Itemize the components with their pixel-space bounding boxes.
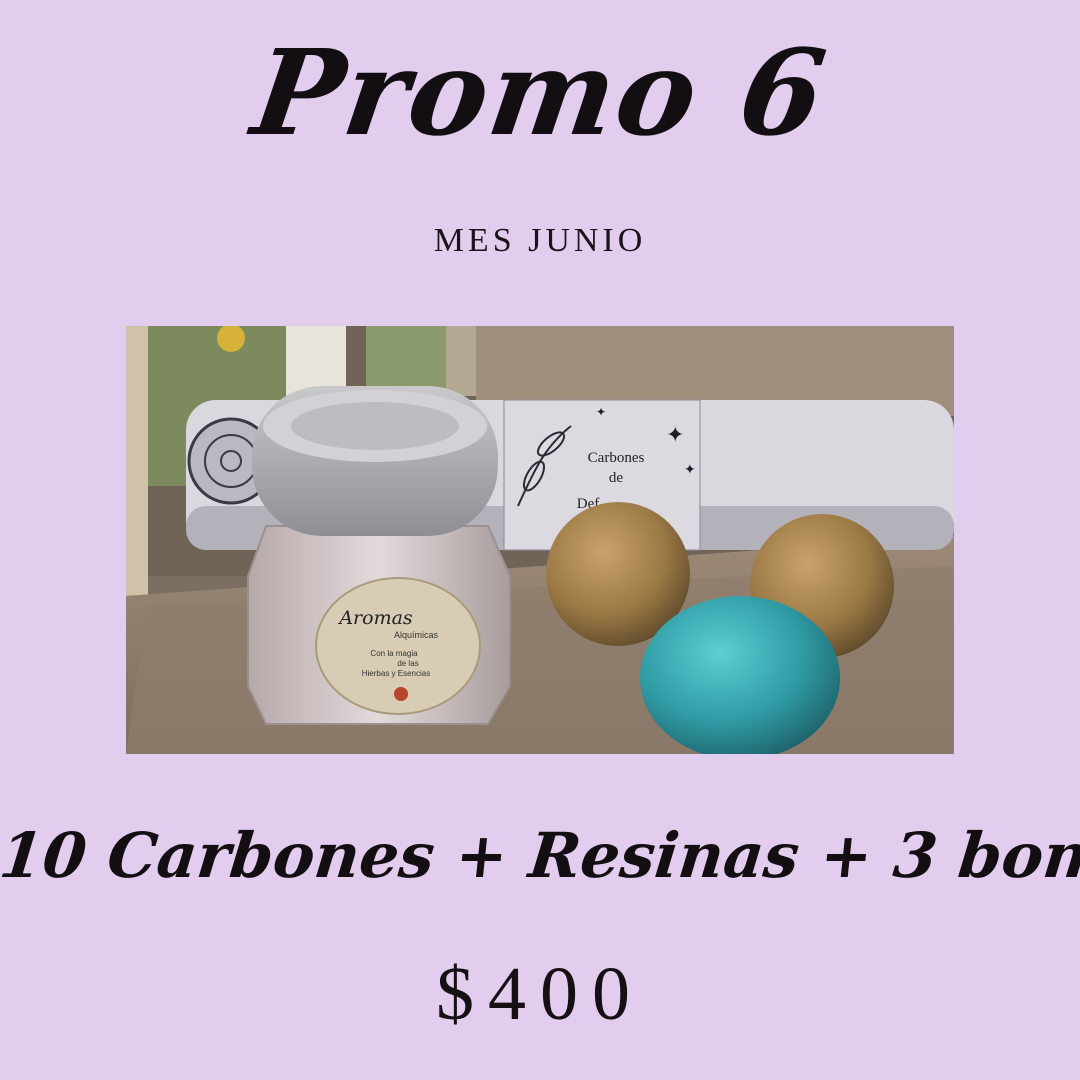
- window-glass: [366, 326, 456, 396]
- products-line: 10 Carbones + Resinas + 3 bombitas: [0, 819, 1080, 892]
- promo-subtitle: MES JUNIO: [433, 222, 647, 259]
- jar-label-line3: Hierbas y Esencias: [362, 669, 430, 678]
- jar-label-brand: Aromas: [337, 607, 413, 629]
- jar-label-flower-icon: [394, 687, 408, 701]
- star-icon: ✦: [596, 405, 606, 419]
- window-frame: [126, 326, 148, 596]
- product-photo: Carbones de Def ✦ ✦ ✦ Aromas Alquímicas …: [126, 326, 954, 754]
- roll-label-line1: Carbones: [588, 450, 645, 466]
- jar-label-line2: de las: [397, 659, 418, 668]
- promo-title: Promo 6: [245, 23, 836, 162]
- roll-label-line2: de: [609, 470, 624, 486]
- star-icon: ✦: [666, 423, 684, 448]
- jar-label-brand-sub: Alquímicas: [394, 630, 439, 640]
- price-label: $400: [436, 952, 644, 1036]
- seed-ball-blue: [640, 596, 840, 754]
- jar-label-line1: Con la magia: [370, 649, 418, 658]
- star-icon: ✦: [684, 462, 696, 478]
- window-frame: [446, 326, 476, 396]
